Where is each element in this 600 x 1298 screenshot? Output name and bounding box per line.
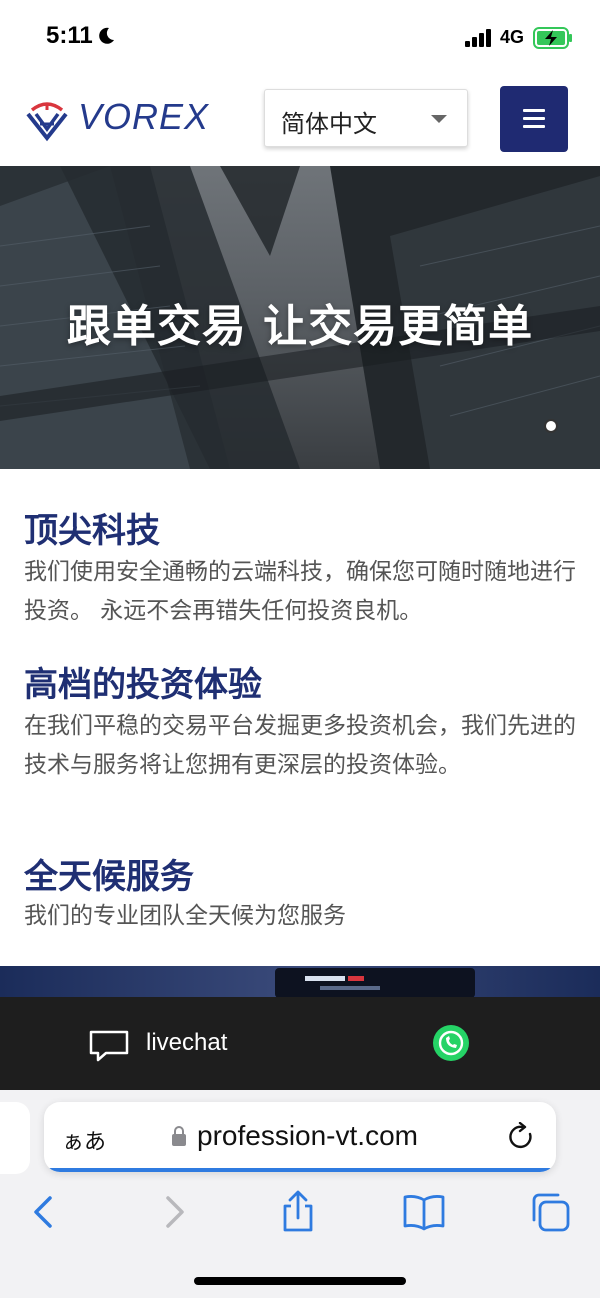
carousel-dot[interactable] [544,419,558,433]
share-icon[interactable] [276,1190,320,1234]
home-indicator [194,1277,406,1285]
feature-title-service: 全天候服务 [24,857,194,897]
hero-carousel[interactable]: 跟单交易 让交易更简单 [0,166,600,469]
language-selected-value: 简体中文 [281,110,377,138]
bookmarks-icon[interactable] [402,1190,446,1234]
language-select[interactable]: 简体中文 [264,89,468,147]
chat-bar: livechat [0,997,600,1090]
chat-bubble-icon[interactable] [88,1029,130,1063]
promo-banner-image [0,966,600,998]
tabs-icon[interactable] [528,1190,572,1234]
feature-desc-technology: 我们使用安全通畅的云端科技，确保您可随时随地进行投资。 永远不会再错失任何投资良… [24,559,576,624]
feature-title-experience: 高档的投资体验 [24,665,262,705]
vorex-logo[interactable] [24,96,70,142]
forward-icon[interactable] [152,1190,196,1234]
status-time: 5:11 [46,22,93,49]
previous-tab-preview[interactable] [0,1102,30,1174]
hamburger-menu-button[interactable] [500,86,568,152]
whatsapp-icon[interactable] [431,1023,471,1063]
url-text[interactable]: profession-vt.com [197,1120,418,1152]
brand-name[interactable]: VOREX [78,96,209,138]
feature-title-technology: 顶尖科技 [24,511,160,551]
lock-icon [172,1126,186,1146]
network-type: 4G [500,27,525,47]
hamburger-menu-icon [523,109,545,112]
feature-desc-experience: 在我们平稳的交易平台发掘更多投资机会，我们先进的技术与服务将让您拥有更深层的投资… [24,713,576,778]
chevron-down-icon [431,115,447,123]
address-bar[interactable]: ぁあ profession-vt.com [44,1102,556,1172]
feature-desc-service: 我们的专业团队全天候为您服务 [24,903,346,929]
livechat-link[interactable]: livechat [146,1029,227,1057]
browser-toolbar: ぁあ profession-vt.com [0,1090,600,1298]
signal-icon [465,29,491,47]
status-bar: 5:11 4G [0,0,600,76]
hero-title: 跟单交易 让交易更简单 [66,301,534,352]
back-icon[interactable] [22,1190,66,1234]
text-size-button[interactable]: ぁあ [62,1124,106,1156]
battery-charging-icon [533,27,572,49]
reload-icon[interactable] [508,1122,536,1152]
page-load-progress [44,1168,556,1172]
moon-icon [99,27,114,44]
site-header: VOREX 简体中文 [0,76,600,166]
